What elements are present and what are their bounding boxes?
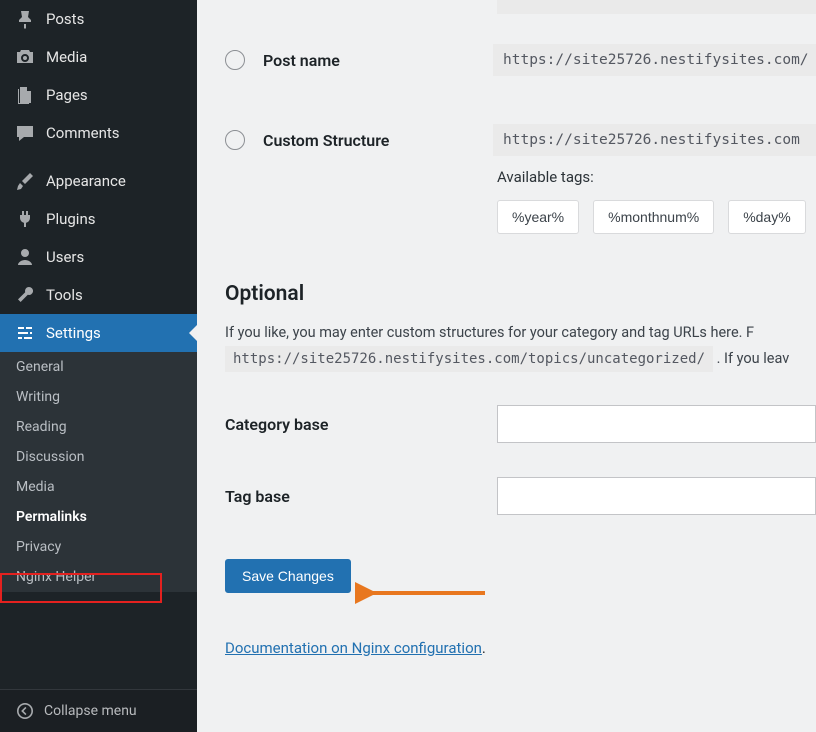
permalink-option-custom[interactable]: Custom Structure https://site25726.nesti… [225, 124, 816, 156]
category-base-row: Category base [225, 405, 816, 443]
user-icon [14, 246, 36, 268]
tag-button-year[interactable]: %year% [497, 200, 579, 234]
permalink-option-post-name[interactable]: Post name https://site25726.nestifysites… [225, 44, 816, 76]
available-tags-label: Available tags: [497, 168, 816, 186]
sidebar-item-appearance[interactable]: Appearance [0, 162, 197, 200]
submenu-writing[interactable]: Writing [0, 382, 197, 412]
sidebar-label: Media [46, 48, 87, 66]
plug-icon [14, 208, 36, 230]
option-label: Post name [263, 51, 493, 70]
category-base-label: Category base [225, 415, 497, 434]
doc-link-suffix: . [482, 639, 486, 657]
category-base-input[interactable] [497, 405, 816, 443]
submenu-discussion[interactable]: Discussion [0, 442, 197, 472]
optional-description: If you like, you may enter custom struct… [225, 322, 816, 344]
camera-icon [14, 46, 36, 68]
page-icon [14, 84, 36, 106]
pin-icon [14, 8, 36, 30]
admin-sidebar: Posts Media Pages Comments Appeara [0, 0, 197, 732]
main-content: Post name https://site25726.nestifysites… [197, 0, 816, 732]
submenu-reading[interactable]: Reading [0, 412, 197, 442]
sidebar-label: Plugins [46, 210, 95, 228]
wrench-icon [14, 284, 36, 306]
sidebar-item-posts[interactable]: Posts [0, 0, 197, 38]
submenu-permalinks[interactable]: Permalinks [0, 502, 197, 532]
submenu-media[interactable]: Media [0, 472, 197, 502]
sidebar-item-pages[interactable]: Pages [0, 76, 197, 114]
tag-base-row: Tag base [225, 477, 816, 515]
sidebar-item-settings[interactable]: Settings [0, 314, 197, 352]
sidebar-item-tools[interactable]: Tools [0, 276, 197, 314]
sidebar-item-plugins[interactable]: Plugins [0, 200, 197, 238]
comment-icon [14, 122, 36, 144]
tag-base-input[interactable] [497, 477, 816, 515]
tag-base-label: Tag base [225, 487, 497, 506]
sidebar-item-users[interactable]: Users [0, 238, 197, 276]
sidebar-label: Pages [46, 86, 88, 104]
submenu-nginx-helper[interactable]: Nginx Helper [0, 562, 197, 592]
optional-heading: Optional [225, 282, 816, 306]
radio-icon[interactable] [225, 130, 245, 150]
nginx-doc-link[interactable]: Documentation on Nginx configuration [225, 639, 482, 657]
submenu-general[interactable]: General [0, 352, 197, 382]
collapse-label: Collapse menu [44, 703, 137, 719]
url-display: https://site25726.nestifysites.com [493, 124, 816, 156]
url-display: https://site25726.nestifysites.com/ [493, 44, 816, 76]
sidebar-label: Users [46, 248, 84, 266]
example-url: https://site25726.nestifysites.com/topic… [225, 346, 713, 372]
radio-icon[interactable] [225, 50, 245, 70]
sidebar-label: Tools [46, 286, 83, 304]
optional-description-line2: https://site25726.nestifysites.com/topic… [225, 348, 816, 371]
sidebar-item-media[interactable]: Media [0, 38, 197, 76]
sidebar-label: Posts [46, 10, 84, 28]
collapse-menu-button[interactable]: Collapse menu [0, 689, 197, 732]
submenu-privacy[interactable]: Privacy [0, 532, 197, 562]
collapse-icon [14, 700, 36, 722]
available-tags-section: Available tags: %year% %monthnum% %day% [497, 168, 816, 234]
sidebar-item-comments[interactable]: Comments [0, 114, 197, 152]
sidebar-label: Appearance [46, 172, 126, 190]
brush-icon [14, 170, 36, 192]
option-label: Custom Structure [263, 131, 493, 150]
sliders-icon [14, 322, 36, 344]
tag-button-monthnum[interactable]: %monthnum% [593, 200, 714, 234]
save-changes-button[interactable]: Save Changes [225, 559, 351, 593]
tag-button-day[interactable]: %day% [728, 200, 805, 234]
sidebar-label: Settings [46, 324, 101, 342]
url-display-truncated [497, 0, 816, 14]
sidebar-label: Comments [46, 124, 120, 142]
